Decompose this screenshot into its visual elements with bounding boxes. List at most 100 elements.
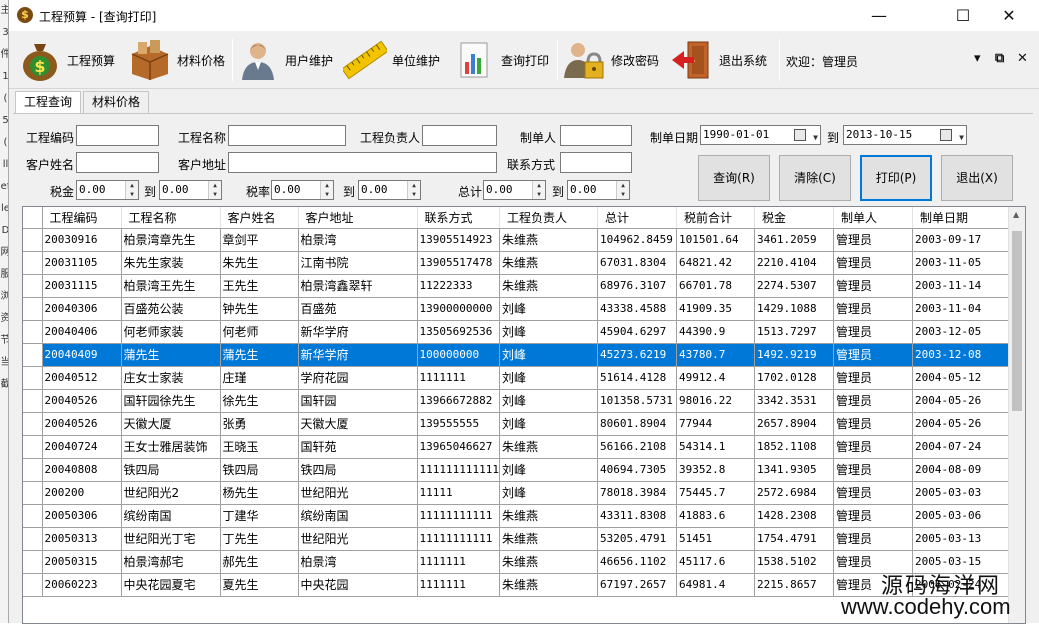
table-cell[interactable]: 天徽大厦	[298, 412, 418, 436]
table-cell[interactable]: 管理员	[833, 343, 913, 367]
table-cell[interactable]: 20040808	[42, 458, 122, 482]
table-cell[interactable]: 43780.7	[676, 343, 755, 367]
table-cell[interactable]: 天徽大厦	[121, 412, 221, 436]
spinner-arrows[interactable]: ▲ ▼	[407, 181, 420, 199]
table-cell[interactable]: 刘峰	[499, 343, 598, 367]
table-cell[interactable]: 1428.2308	[754, 504, 834, 528]
toolbar-user-maintenance-button[interactable]: 用户维护	[235, 35, 333, 85]
table-cell[interactable]: 刘峰	[499, 389, 598, 413]
table-cell[interactable]: 世纪阳光丁宅	[121, 527, 221, 551]
spinner-arrows[interactable]: ▲ ▼	[208, 181, 221, 199]
table-cell[interactable]: 钟先生	[220, 297, 299, 321]
spinner-arrows[interactable]: ▲ ▼	[125, 181, 138, 199]
date-to-picker[interactable]: 2013-10-15 ▼	[843, 125, 967, 145]
table-cell[interactable]: 66701.78	[676, 274, 755, 298]
table-cell[interactable]: 49912.4	[676, 366, 755, 390]
table-cell[interactable]: 铁四局	[121, 458, 221, 482]
table-cell[interactable]: 国轩园徐先生	[121, 389, 221, 413]
table-row[interactable]: 20040724 王女士雅居装饰 王晓玉 国轩苑 13965046627 朱维燕 56166…	[23, 435, 1015, 459]
table-cell[interactable]: 1111111	[417, 573, 500, 597]
table-cell[interactable]: 2005-03-03	[912, 481, 1015, 505]
table-cell[interactable]: 朱维燕	[499, 550, 598, 574]
table-row[interactable]: 20040808 铁四局 铁四局 铁四局 111111111111 刘峰 40694.730…	[23, 458, 1015, 482]
column-header[interactable]: 工程负责人	[499, 207, 598, 229]
table-row[interactable]: 20031115 柏景湾王先生 王先生 柏景湾鑫翠轩 11222333 朱维燕 68976.…	[23, 274, 1015, 298]
table-cell[interactable]: 何老师	[220, 320, 299, 344]
maximize-button[interactable]: ☐	[940, 0, 986, 31]
toolbar-change-password-button[interactable]: 修改密码	[561, 35, 659, 85]
table-cell[interactable]: 百盛苑公装	[121, 297, 221, 321]
column-header[interactable]: 税金	[754, 207, 834, 229]
clear-button[interactable]: 清除(C)	[779, 155, 851, 201]
table-cell[interactable]: 世纪阳光2	[121, 481, 221, 505]
table-cell[interactable]: 39352.8	[676, 458, 755, 482]
tax-from-spinner[interactable]: 0.00 ▲ ▼	[76, 180, 139, 200]
table-cell[interactable]: 刘峰	[499, 366, 598, 390]
table-cell[interactable]: 2004-08-09	[912, 458, 1015, 482]
table-cell[interactable]: 国轩园	[298, 389, 418, 413]
table-cell[interactable]: 104962.8459	[597, 228, 677, 252]
table-cell[interactable]: 柏景湾章先生	[121, 228, 221, 252]
scroll-up-icon[interactable]: ▲	[1013, 210, 1019, 219]
table-cell[interactable]: 20040512	[42, 366, 122, 390]
table-cell[interactable]: 朱维燕	[499, 274, 598, 298]
table-cell[interactable]: 庄女士家装	[121, 366, 221, 390]
toolbar-budget-button[interactable]: $ 工程预算	[17, 35, 115, 85]
table-cell[interactable]: 管理员	[833, 481, 913, 505]
spinner-arrows[interactable]: ▲ ▼	[532, 181, 545, 199]
table-cell[interactable]: 管理员	[833, 251, 913, 275]
exit-button[interactable]: 退出(X)	[941, 155, 1013, 201]
mdi-restore-button[interactable]: ⧉	[995, 51, 1004, 66]
table-cell[interactable]: 1538.5102	[754, 550, 834, 574]
table-row[interactable]: 20040512 庄女士家装 庄瑾 学府花园 1111111 刘峰 51614.4128 49…	[23, 366, 1015, 390]
table-cell[interactable]: 刘峰	[499, 297, 598, 321]
table-cell[interactable]: 2005-03-13	[912, 527, 1015, 551]
table-cell[interactable]: 11111	[417, 481, 500, 505]
table-cell[interactable]: 朱维燕	[499, 228, 598, 252]
table-cell[interactable]: 139555555	[417, 412, 500, 436]
table-cell[interactable]: 2003-12-05	[912, 320, 1015, 344]
table-cell[interactable]: 20031105	[42, 251, 122, 275]
table-row[interactable]: 20031105 朱先生家装 朱先生 江南书院 13905517478 朱维燕 67031.…	[23, 251, 1015, 275]
tax-to-spinner[interactable]: 0.00 ▲ ▼	[159, 180, 222, 200]
table-cell[interactable]: 45904.6297	[597, 320, 677, 344]
table-cell[interactable]: 101501.64	[676, 228, 755, 252]
row-header[interactable]	[23, 320, 43, 344]
table-cell[interactable]: 杨先生	[220, 481, 299, 505]
table-cell[interactable]: 53205.4791	[597, 527, 677, 551]
table-cell[interactable]: 80601.8904	[597, 412, 677, 436]
table-cell[interactable]: 1111111	[417, 366, 500, 390]
table-cell[interactable]: 新华学府	[298, 320, 418, 344]
table-cell[interactable]: 20040526	[42, 389, 122, 413]
table-cell[interactable]: 11111111111	[417, 504, 500, 528]
column-header[interactable]: 客户姓名	[220, 207, 299, 229]
table-cell[interactable]: 51614.4128	[597, 366, 677, 390]
table-cell[interactable]: 徐先生	[220, 389, 299, 413]
vertical-scrollbar[interactable]: ▲	[1008, 207, 1025, 623]
table-cell[interactable]: 67031.8304	[597, 251, 677, 275]
row-header[interactable]	[23, 297, 43, 321]
contact-input[interactable]	[560, 152, 632, 173]
column-header[interactable]: 制单日期	[912, 207, 1015, 229]
table-cell[interactable]: 44390.9	[676, 320, 755, 344]
table-row[interactable]: 200200 世纪阳光2 杨先生 世纪阳光 11111 刘峰 78018.3984 75445…	[23, 481, 1015, 505]
column-header[interactable]: 工程编码	[42, 207, 122, 229]
spinner-arrows[interactable]: ▲ ▼	[320, 181, 333, 199]
table-cell[interactable]: 67197.2657	[597, 573, 677, 597]
table-cell[interactable]: 缤纷南国	[121, 504, 221, 528]
table-cell[interactable]: 刘峰	[499, 320, 598, 344]
table-cell[interactable]: 蒲先生	[220, 343, 299, 367]
column-header[interactable]: 客户地址	[298, 207, 418, 229]
table-row[interactable]: 20040306 百盛苑公装 钟先生 百盛苑 13900000000 刘峰 43338.45…	[23, 297, 1015, 321]
table-cell[interactable]: 1754.4791	[754, 527, 834, 551]
table-cell[interactable]: 20050315	[42, 550, 122, 574]
results-grid[interactable]: 工程编码 工程名称 客户姓名 客户地址 联系方式 工程负责人 总计 税前合计 税金 制单人 制单日期…	[22, 206, 1026, 624]
spinner-arrows[interactable]: ▲ ▼	[616, 181, 629, 199]
table-cell[interactable]: 朱先生家装	[121, 251, 221, 275]
table-cell[interactable]: 管理员	[833, 504, 913, 528]
table-cell[interactable]: 3461.2059	[754, 228, 834, 252]
table-cell[interactable]: 13966672882	[417, 389, 500, 413]
table-cell[interactable]: 2003-11-05	[912, 251, 1015, 275]
minimize-button[interactable]: —	[856, 0, 902, 31]
table-cell[interactable]: 43338.4588	[597, 297, 677, 321]
